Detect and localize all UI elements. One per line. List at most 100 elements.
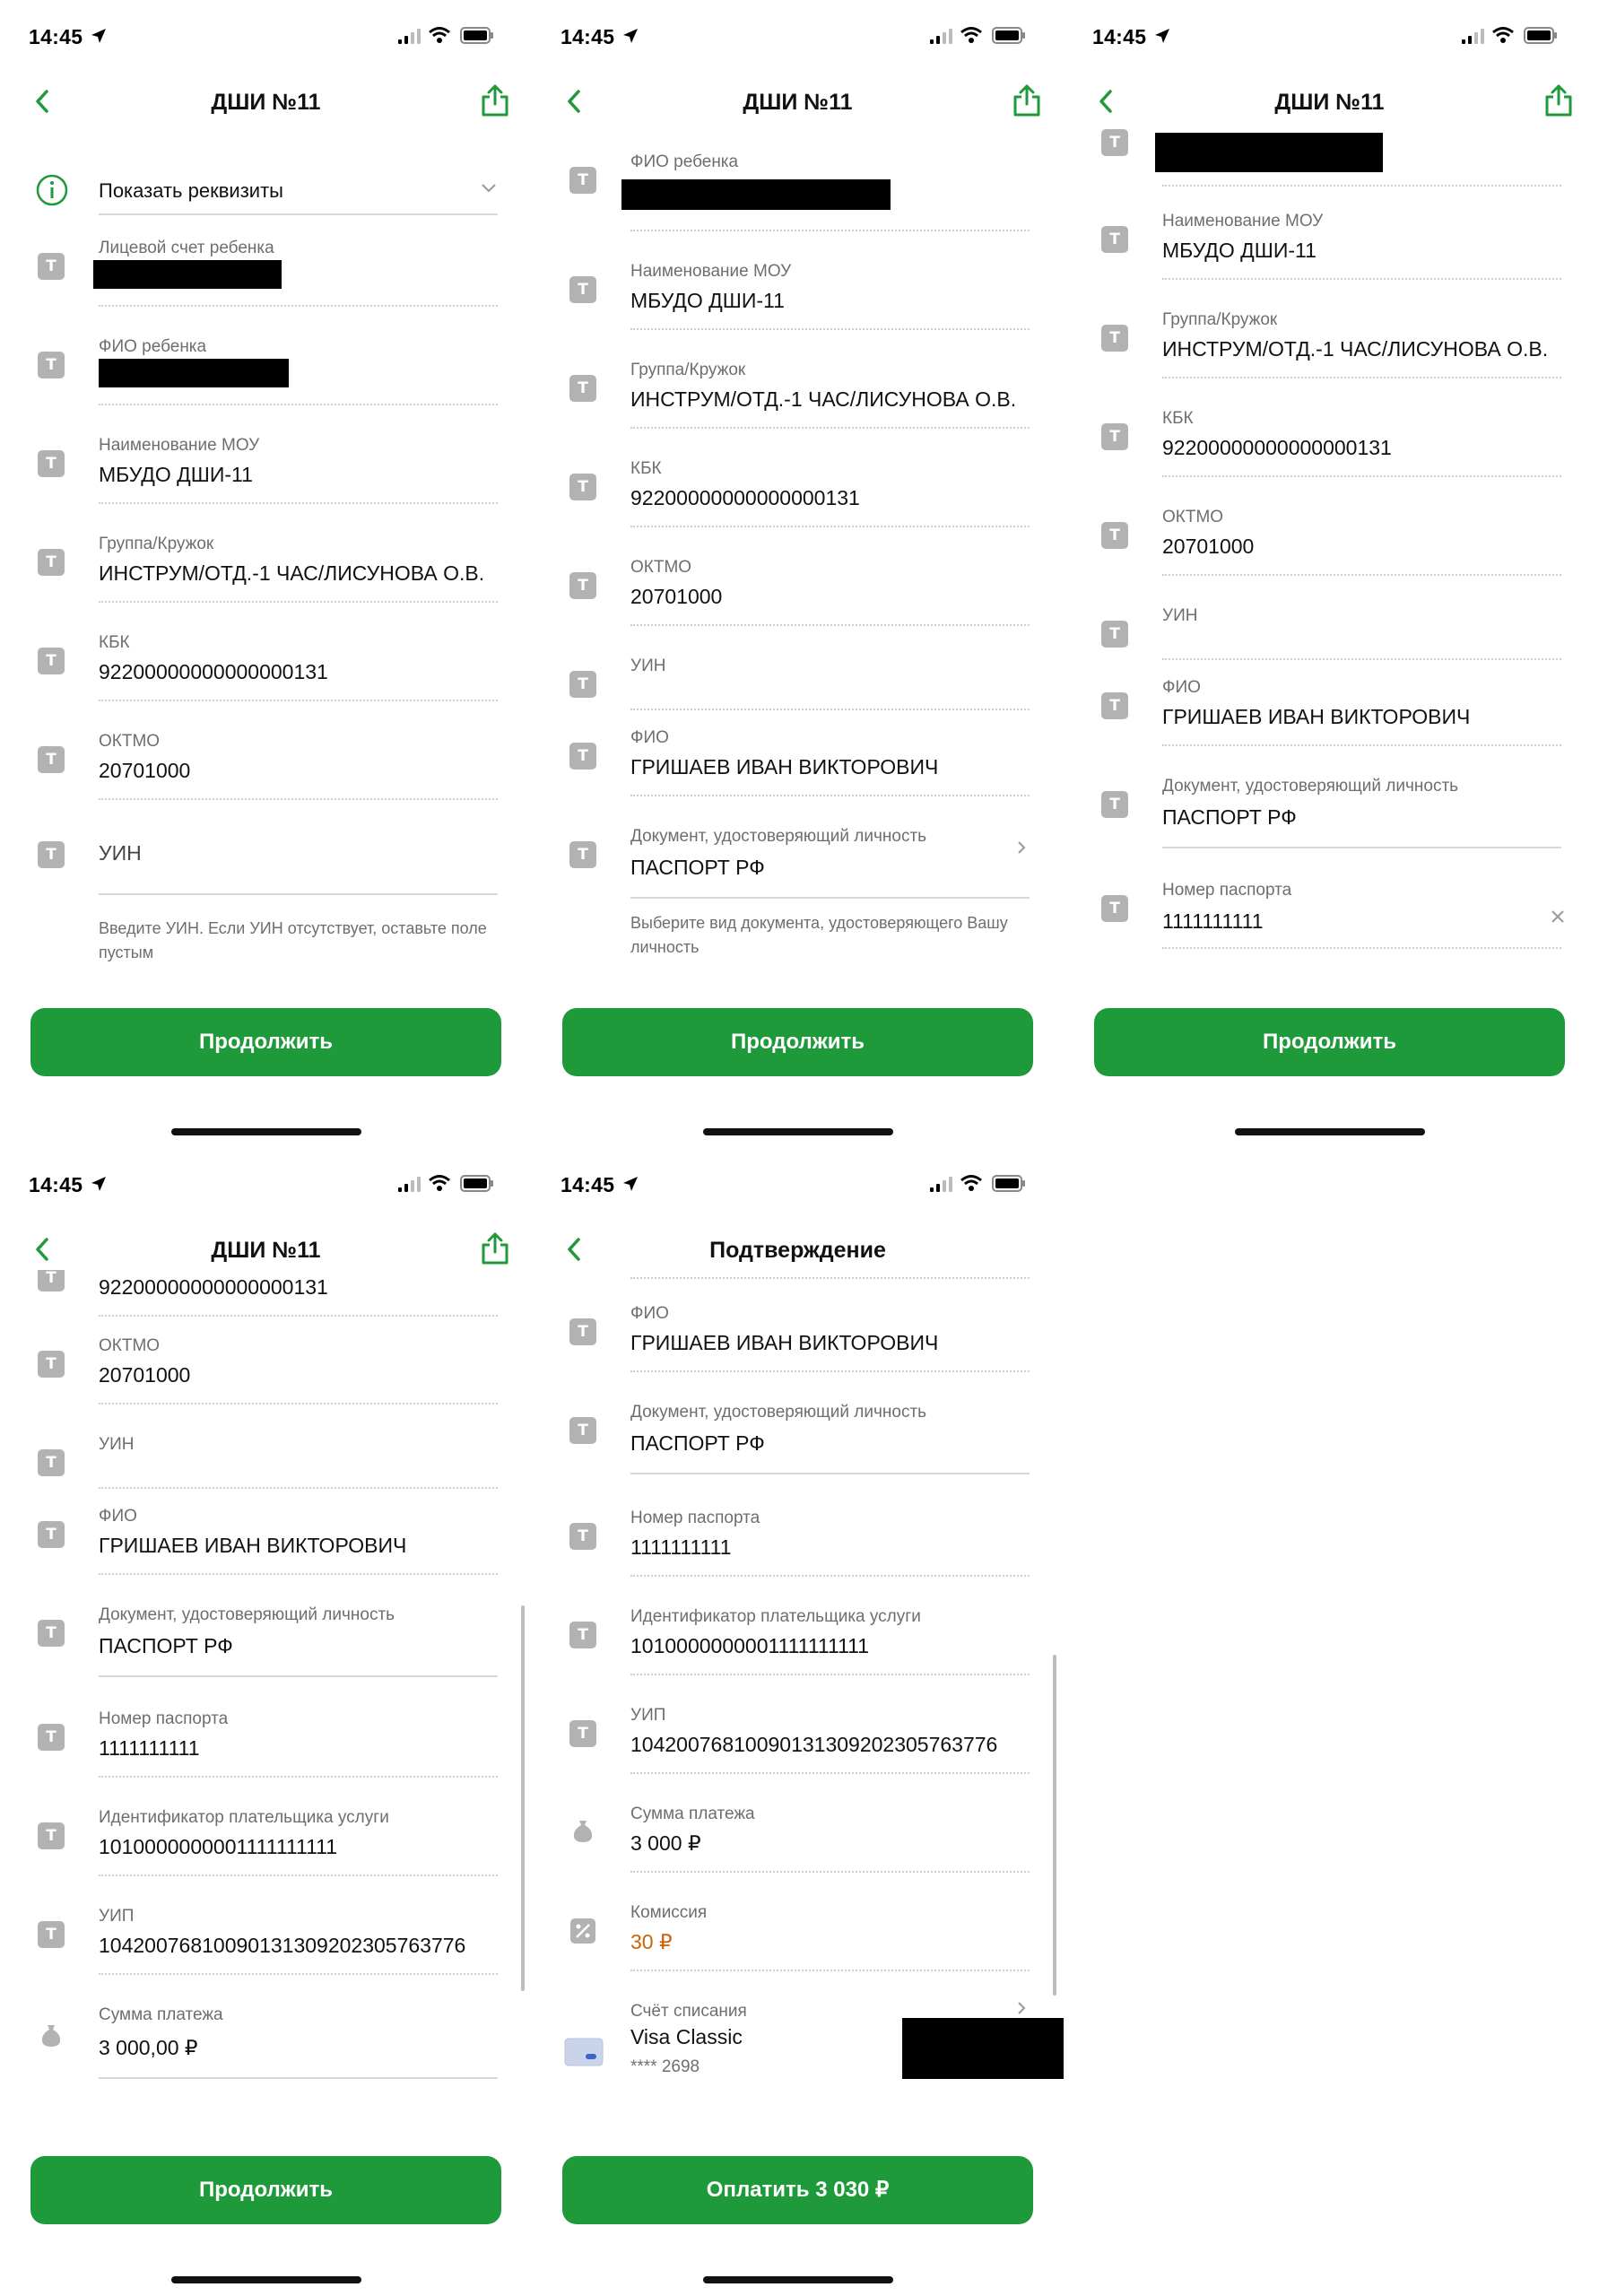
divider	[99, 1487, 498, 1489]
field-value: 10420076810090131309202305763776	[99, 1934, 466, 1957]
divider	[99, 2077, 498, 2079]
share-icon[interactable]	[478, 83, 512, 118]
divider	[99, 798, 498, 800]
status-time: 14:45	[561, 1173, 615, 1196]
divider	[630, 709, 1030, 710]
text-field-icon: T	[1101, 423, 1128, 450]
continue-button[interactable]: Продолжить	[30, 2156, 501, 2224]
text-field-icon: T	[569, 1622, 596, 1648]
field-label: ОКТМО	[99, 1336, 161, 1355]
status-time: 14:45	[1092, 25, 1147, 48]
share-icon[interactable]	[1010, 83, 1044, 118]
field-label: Документ, удостоверяющий личность	[630, 1403, 927, 1422]
share-icon[interactable]	[1542, 83, 1576, 118]
field-value: ИНСТРУМ/ОТД.-1 ЧАС/ЛИСУНОВА О.В.	[1162, 337, 1549, 361]
uin-input[interactable]: УИН	[99, 841, 142, 865]
page-title: ДШИ №11	[743, 90, 853, 115]
divider	[99, 1973, 498, 1975]
screen-2: 14:45 ДШИ №11 T ФИО ребенка T Наименован…	[532, 0, 1064, 1148]
amount-input[interactable]: 3 000,00 ₽	[99, 2036, 198, 2060]
wifi-icon	[960, 27, 982, 43]
field-value: МБУДО ДШИ-11	[630, 289, 785, 312]
chevron-right-icon	[1018, 2002, 1026, 2014]
location-arrow-icon	[623, 29, 638, 43]
field-label: ФИО	[630, 1304, 669, 1323]
divider	[1162, 847, 1561, 848]
divider	[1162, 278, 1561, 280]
field-label: КБК	[630, 459, 662, 478]
money-bag-icon	[41, 2025, 61, 2047]
text-field-icon: T	[38, 253, 65, 280]
field-value: ГРИШАЕВ ИВАН ВИКТОРОВИЧ	[1162, 705, 1471, 728]
field-value: ГРИШАЕВ ИВАН ВИКТОРОВИЧ	[630, 1331, 939, 1354]
field-label: УИН	[630, 657, 666, 675]
text-field-icon: T	[1101, 895, 1128, 922]
field-value: 1010000000001111111111	[99, 1835, 338, 1858]
field-label: Группа/Кружок	[630, 361, 746, 379]
field-label: ФИО ребенка	[99, 337, 207, 356]
text-field-icon: T	[38, 1822, 65, 1849]
continue-button[interactable]: Продолжить	[30, 1008, 501, 1076]
text-field-icon: T	[38, 1620, 65, 1647]
text-field-icon: T	[38, 841, 65, 868]
field-label: Идентификатор плательщика услуги	[99, 1808, 389, 1827]
status-bar: 14:45	[0, 1148, 532, 1229]
divider	[630, 1970, 1030, 1971]
divider	[99, 1776, 498, 1778]
divider	[99, 1315, 498, 1317]
field-value: 1111111111	[99, 1736, 200, 1760]
field-label: Номер паспорта	[99, 1709, 229, 1728]
screen-5: 14:45 Подтверждение T ФИО ГРИШАЕВ ИВАН В…	[532, 1148, 1064, 2296]
divider	[99, 1874, 498, 1876]
field-label: Наименование МОУ	[630, 262, 792, 281]
divider	[630, 328, 1030, 330]
status-time: 14:45	[29, 25, 83, 48]
divider	[99, 305, 498, 307]
signal-icon	[930, 1177, 952, 1192]
field-label: ФИО	[1162, 678, 1201, 697]
divider	[1162, 475, 1561, 477]
continue-button[interactable]: Продолжить	[1094, 1008, 1565, 1076]
text-field-icon: T	[1101, 692, 1128, 719]
status-bar: 14:45	[532, 1148, 1064, 1229]
text-field-icon: T	[1101, 791, 1128, 818]
passport-number-input[interactable]: 1111111111	[1162, 909, 1264, 934]
text-field-icon: T	[569, 572, 596, 599]
text-field-icon: T	[569, 474, 596, 500]
field-value: 92200000000000000131	[630, 486, 860, 509]
form-content: Показать реквизиты T Лицевой счет ребенк…	[0, 122, 532, 965]
divider	[630, 526, 1030, 527]
divider	[630, 1575, 1030, 1577]
wifi-icon	[960, 1175, 982, 1191]
pay-button[interactable]: Оплатить 3 030 ₽	[562, 2156, 1033, 2224]
divider	[630, 624, 1030, 626]
field-label: Документ, удостоверяющий личность	[1162, 777, 1459, 796]
home-indicator	[170, 2276, 361, 2283]
home-indicator	[170, 1128, 361, 1135]
text-field-icon: T	[569, 1417, 596, 1444]
field-label: Документ, удостоверяющий личность	[99, 1605, 395, 1624]
share-icon[interactable]	[478, 1231, 512, 1266]
screen-1: 14:45 ДШИ №11 Показать реквизиты T Лицев…	[0, 0, 532, 1148]
battery-icon	[992, 27, 1025, 44]
money-bag-icon	[573, 1821, 593, 1842]
field-value: ПАСПОРТ РФ	[630, 856, 765, 879]
text-field-icon: T	[569, 375, 596, 402]
field-value: ГРИШАЕВ ИВАН ВИКТОРОВИЧ	[630, 755, 939, 778]
divider	[99, 213, 498, 215]
chevron-right-icon	[1018, 841, 1026, 854]
card-name: Visa Classic	[630, 2025, 743, 2048]
redacted-value	[99, 359, 289, 387]
info-icon	[36, 174, 68, 206]
location-arrow-icon	[91, 1177, 106, 1191]
field-label: Номер паспорта	[630, 1509, 760, 1527]
field-value: 3 000 ₽	[630, 1831, 701, 1855]
signal-icon	[398, 1177, 421, 1192]
battery-icon	[992, 1175, 1025, 1192]
clear-icon[interactable]	[1549, 908, 1567, 926]
continue-button[interactable]: Продолжить	[562, 1008, 1033, 1076]
divider	[630, 230, 1030, 231]
show-details-row[interactable]: Показать реквизиты	[0, 140, 532, 206]
nav-bar: ДШИ №11	[532, 81, 1064, 122]
home-indicator	[1234, 1128, 1425, 1135]
